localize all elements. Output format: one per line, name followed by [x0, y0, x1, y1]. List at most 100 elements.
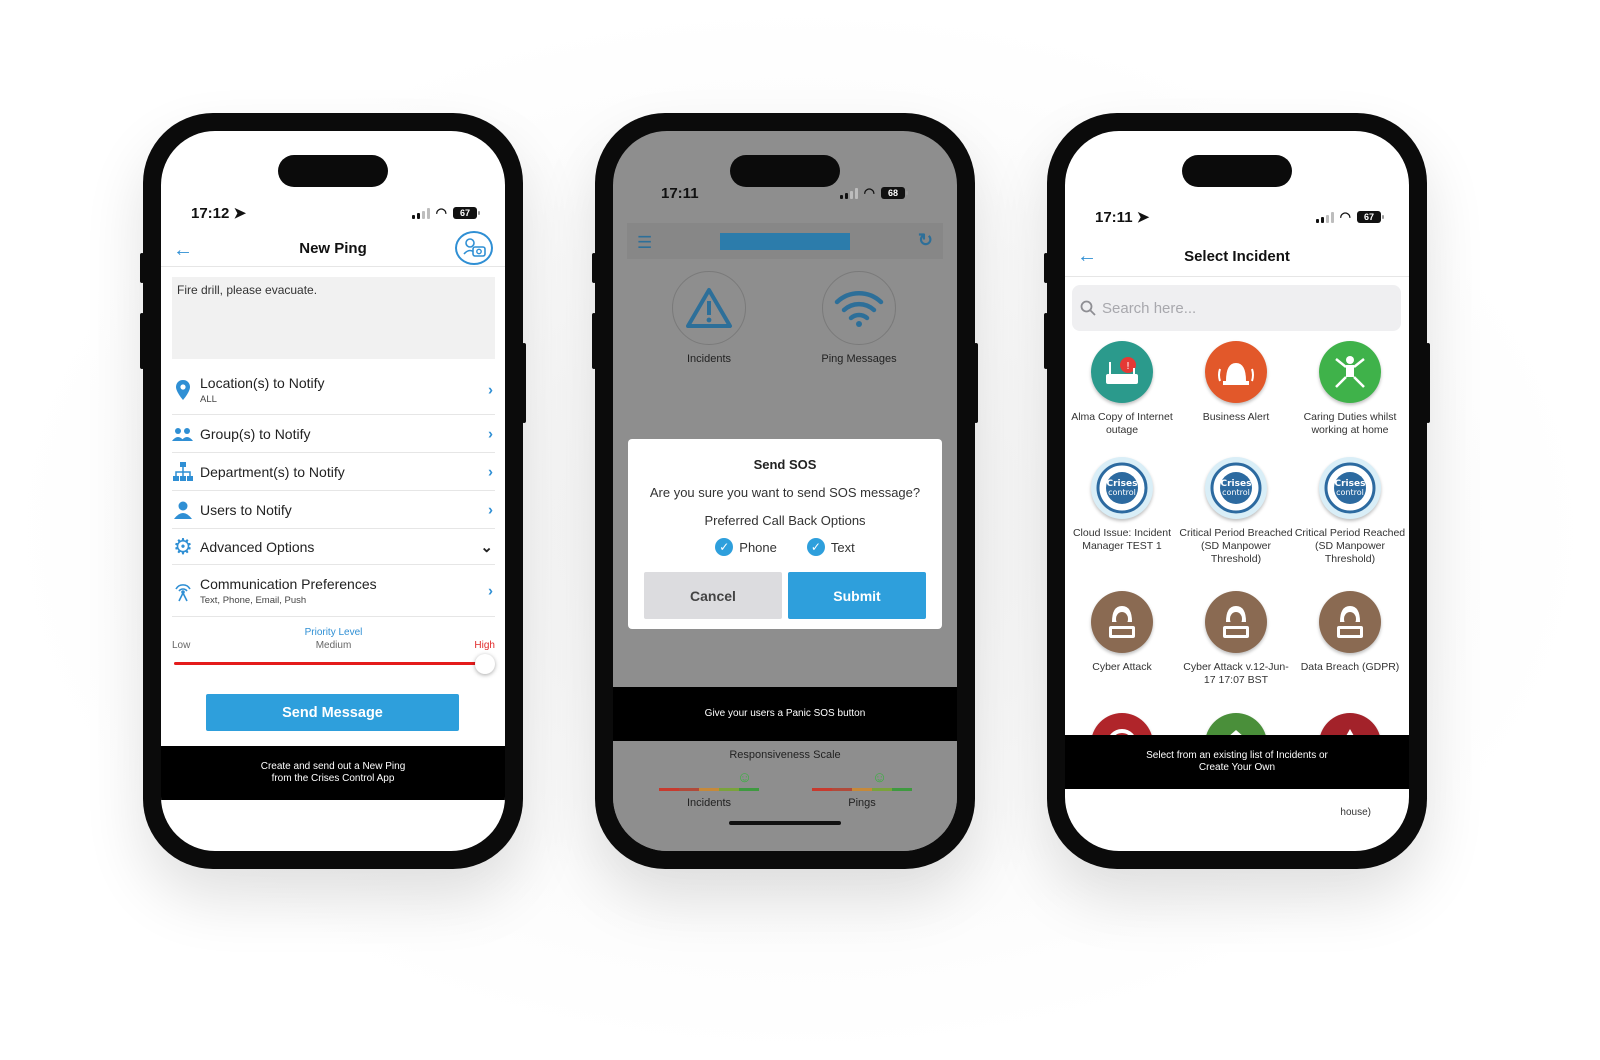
chevron-right-icon: ›: [488, 425, 493, 442]
priority-title: Priority Level: [304, 627, 363, 638]
menu-icon[interactable]: ☰: [637, 233, 652, 253]
tile-ping-messages[interactable]: Ping Messages: [799, 271, 919, 365]
screen: 17:11 ◠ 68 ☰ ↻ Incidents Ping Messages S…: [613, 131, 957, 851]
scale-label: Pings: [848, 797, 876, 809]
cellular-signal-icon: [839, 187, 858, 199]
dynamic-island: [1182, 155, 1292, 187]
app-logo: [720, 232, 850, 250]
hacker-icon: [1091, 591, 1153, 653]
tile-label: Incidents: [686, 353, 732, 365]
row-users[interactable]: Users to Notify ›: [172, 491, 495, 529]
row-locations[interactable]: Location(s) to Notify ALL ›: [172, 365, 495, 415]
smiley-icon: ☺: [872, 769, 888, 786]
search-input[interactable]: [1102, 299, 1362, 317]
back-arrow-icon[interactable]: ←: [1077, 245, 1097, 268]
incident-label: Critical Period Reached (SD Manpower Thr…: [1294, 527, 1406, 565]
option-text[interactable]: ✓ Text: [806, 538, 855, 556]
status-time: 17:11: [1095, 209, 1133, 226]
add-media-button[interactable]: [455, 231, 493, 265]
option-phone[interactable]: ✓ Phone: [715, 538, 777, 556]
row-sub: ALL: [200, 393, 217, 405]
checkmark-icon: ✓: [715, 538, 734, 556]
priority-slider-fill: [174, 662, 481, 665]
priority-slider-thumb[interactable]: [475, 654, 495, 674]
scale-label: Incidents: [686, 797, 732, 809]
caption-line: Create Your Own: [1198, 762, 1276, 773]
smiley-icon: ☺: [737, 769, 753, 786]
caption-bar: Create and send out a New Ping from the …: [161, 746, 505, 800]
caption-bar: Select from an existing list of Incident…: [1065, 735, 1409, 789]
hacker-icon: [1205, 591, 1267, 653]
home-indicator: [729, 821, 841, 825]
incident-item[interactable]: Caring Duties whilst working at home: [1293, 341, 1407, 437]
chevron-right-icon: ›: [488, 463, 493, 480]
status-bar: 17:11 ➤ ◠ 67: [1095, 207, 1384, 227]
row-groups[interactable]: Group(s) to Notify ›: [172, 415, 495, 453]
row-departments[interactable]: Department(s) to Notify ›: [172, 453, 495, 491]
incident-item[interactable]: Business Alert: [1179, 341, 1293, 424]
chevron-down-icon: ⌄: [480, 538, 493, 556]
incident-item[interactable]: Crises control Critical Period Reached (SD…: [1293, 457, 1407, 566]
alarm-bell-icon: [1205, 341, 1267, 403]
search-icon: [1080, 300, 1096, 316]
page-title: New Ping: [299, 240, 367, 257]
wifi-signal-icon: [822, 271, 896, 345]
priority-slider-group: Priority Level Medium Low High: [172, 627, 495, 677]
incident-label: Cyber Attack v.12-Jun-17 17:07 BST: [1183, 661, 1289, 686]
submit-button[interactable]: Submit: [788, 572, 926, 619]
incident-label: Caring Duties whilst working at home: [1303, 411, 1397, 436]
refresh-icon[interactable]: ↻: [918, 230, 933, 251]
row-label: Group(s) to Notify: [200, 425, 311, 442]
responsiveness-panel: Responsiveness Scale ☺ Incidents ☺ Pings: [613, 741, 957, 851]
priority-slider-track[interactable]: [174, 654, 495, 674]
chevron-right-icon: ›: [488, 381, 493, 398]
checkmark-icon: ✓: [806, 538, 825, 556]
screen: 17:11 ➤ ◠ 67 ← Select Incident ! Alma Cop…: [1065, 131, 1409, 851]
gear-icon: ⚙: [173, 533, 193, 559]
crises-control-logo-icon: Crises control: [1091, 457, 1153, 519]
nav-bar: ← Select Incident: [1065, 237, 1409, 277]
incident-label: Business Alert: [1202, 411, 1270, 423]
back-arrow-icon[interactable]: ←: [173, 239, 193, 262]
priority-current: Medium: [315, 640, 352, 651]
row-label: Users to Notify: [200, 501, 292, 518]
svg-text:!: !: [1126, 361, 1130, 372]
row-label: Advanced Options: [200, 538, 315, 555]
overflow-text: house): [1340, 807, 1371, 818]
person-care-icon: [1319, 341, 1381, 403]
option-label: Phone: [739, 539, 777, 555]
svg-text:control: control: [1222, 488, 1250, 497]
status-time: 17:12: [191, 205, 230, 222]
row-advanced-options[interactable]: ⚙ Advanced Options ⌄: [172, 529, 495, 565]
wifi-icon: ◠: [435, 205, 447, 220]
message-textarea[interactable]: Fire drill, please evacuate.: [172, 277, 495, 359]
incident-item[interactable]: Cyber Attack v.12-Jun-17 17:07 BST: [1179, 591, 1293, 687]
incident-item[interactable]: Data Breach (GDPR): [1293, 591, 1407, 674]
status-time: 17:11: [661, 184, 699, 202]
dialog-prompt: Preferred Call Back Options: [704, 513, 866, 528]
incident-item[interactable]: ! Alma Copy of Internet outage: [1065, 341, 1179, 437]
callback-options: ✓ Phone ✓ Text: [628, 538, 942, 556]
incident-item[interactable]: Crises control Cloud Issue: Incident Manag…: [1065, 457, 1179, 553]
status-bar: 17:12 ➤ ◠ 67: [191, 203, 480, 223]
cancel-button[interactable]: Cancel: [644, 572, 782, 619]
search-bar: [1072, 285, 1401, 331]
broadcast-icon: [172, 580, 194, 602]
nav-bar: ← New Ping: [161, 231, 505, 267]
camera-icon: [463, 238, 486, 257]
incident-item[interactable]: Cyber Attack: [1065, 591, 1179, 674]
chevron-right-icon: ›: [488, 582, 493, 599]
priority-low-label: Low: [172, 640, 191, 651]
caption-line: from the Crises Control App: [271, 773, 395, 784]
screen: 17:12 ➤ ◠ 67 ← New Ping Fire drill, plea…: [161, 131, 505, 851]
wifi-icon: ◠: [863, 185, 875, 200]
incident-item[interactable]: Crises control Critical Period Breached (S…: [1179, 457, 1293, 566]
incident-label: Critical Period Breached (SD Manpower Th…: [1179, 527, 1293, 565]
cellular-signal-icon: [1315, 211, 1334, 223]
tile-incidents[interactable]: Incidents: [649, 271, 769, 365]
dynamic-island: [730, 155, 840, 187]
phone-send-sos: 17:11 ◠ 68 ☰ ↻ Incidents Ping Messages S…: [592, 113, 978, 869]
warning-icon: [672, 271, 746, 345]
send-message-button[interactable]: Send Message: [206, 694, 459, 731]
row-communication-preferences[interactable]: Communication Preferences Text, Phone, E…: [172, 565, 495, 617]
